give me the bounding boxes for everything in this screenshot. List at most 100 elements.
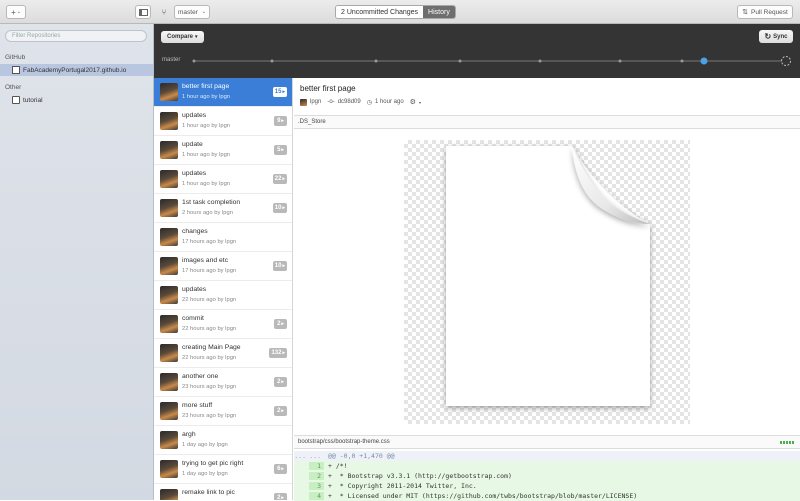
commit-row-meta: 1 hour ago by lpgn <box>182 152 231 158</box>
commit-row[interactable]: another one 23 hours ago by lpgn 2 ▸ <box>154 368 292 397</box>
commit-row-meta: 22 hours ago by lpgn <box>182 297 237 303</box>
commit-row-meta: 23 hours ago by lpgn <box>182 384 237 390</box>
tab-history[interactable]: History <box>423 6 455 18</box>
diff-line-text: + * Copyright 2011-2014 Twitter, Inc. <box>328 482 477 490</box>
avatar <box>300 98 307 106</box>
changed-files-count: 10 <box>274 263 282 269</box>
changed-files-badge[interactable]: 2 ▸ <box>274 406 287 416</box>
commit-row-title: updates <box>182 286 207 293</box>
commit-row[interactable]: updates 22 hours ago by lpgn <box>154 281 292 310</box>
commit-row-title: another one <box>182 373 219 380</box>
commit-row[interactable]: updates 1 hour ago by lpgn 22 ▸ <box>154 165 292 194</box>
commit-row-title: images and etc <box>182 257 229 264</box>
changed-files-badge[interactable]: 2 ▸ <box>274 377 287 387</box>
file-header-ds-store[interactable]: .DS_Store <box>294 115 800 129</box>
commit-row[interactable]: 1st task completion 2 hours ago by lpgn 10… <box>154 194 292 223</box>
changed-files-count: 2 <box>277 379 281 385</box>
commit-icon: -o- <box>327 99 335 105</box>
commit-meta: lpgn -o- dc98d09 ◷ 1 hour ago ⚙ ▾ <box>300 98 421 106</box>
chevron-right-icon: ▸ <box>282 89 285 95</box>
changed-files-count: 2 <box>277 408 281 414</box>
changed-files-badge[interactable]: 9 ▸ <box>274 116 287 126</box>
file-name: .DS_Store <box>298 119 326 125</box>
diff-view: ... ... @@ -0,0 +1,470 @@ 1 + /*! 2 + * Boo… <box>294 451 800 501</box>
branch-select[interactable]: master ⌄ <box>174 5 210 19</box>
commit-row[interactable]: trying to get pic right 1 day ago by lpgn… <box>154 455 292 484</box>
changed-files-badge[interactable]: 22 ▸ <box>272 174 287 184</box>
title-bar: + ⌄ ⑂ master ⌄ 2 Uncommitted Changes His… <box>0 0 800 24</box>
add-menu-button[interactable]: + ⌄ <box>6 5 26 19</box>
avatar <box>160 170 178 188</box>
gear-icon[interactable]: ⚙ <box>410 98 416 106</box>
diff-line-text: + * Licensed under MIT (https://github.c… <box>328 492 638 500</box>
avatar <box>160 373 178 391</box>
commit-row-title: creating Main Page <box>182 344 241 351</box>
changed-files-badge[interactable]: 5 ▸ <box>274 145 287 155</box>
commit-row-meta: 1 hour ago by lpgn <box>182 181 231 187</box>
commit-row[interactable]: argh 1 day ago by lpgn <box>154 426 292 455</box>
commit-row[interactable]: remake link to pic1 day ago by lpgn2▸ <box>154 484 292 500</box>
chevron-right-icon: ▸ <box>282 205 285 211</box>
changed-files-count: 132 <box>271 350 282 356</box>
chevron-right-icon: ▸ <box>281 495 284 500</box>
document-icon <box>446 146 650 406</box>
changed-files-badge[interactable]: 15 ▸ <box>272 87 287 97</box>
chevron-right-icon: ▸ <box>281 408 284 414</box>
commit-row[interactable]: creating Main Page 22 hours ago by lpgn 13… <box>154 339 292 368</box>
avatar <box>160 315 178 333</box>
commit-row-title: remake link to pic <box>182 489 235 496</box>
changed-files-badge[interactable]: 6 ▸ <box>274 464 287 474</box>
avatar <box>160 344 178 362</box>
changed-files-badge[interactable]: 2 ▸ <box>274 493 287 500</box>
commit-row[interactable]: commit 22 hours ago by lpgn 2 ▸ <box>154 310 292 339</box>
tab-uncommitted-changes[interactable]: 2 Uncommitted Changes <box>336 6 424 18</box>
commit-row[interactable]: images and etc 17 hours ago by lpgn 10 ▸ <box>154 252 292 281</box>
line-number-new: 1 <box>309 462 324 470</box>
file-header-bootstrap-theme[interactable]: bootstrap/css/bootstrap-theme.css <box>294 435 800 449</box>
commit-row[interactable]: changes 17 hours ago by lpgn <box>154 223 292 252</box>
pull-request-label: Pull Request <box>751 8 788 16</box>
commit-row[interactable]: updates 1 hour ago by lpgn 9 ▸ <box>154 107 292 136</box>
changed-files-badge[interactable]: 10 ▸ <box>272 261 287 271</box>
diff-line-added[interactable]: 2 + * Bootstrap v3.3.1 (http://getbootstr… <box>294 471 800 481</box>
chevron-right-icon: ▸ <box>282 176 285 182</box>
branch-name: master <box>178 8 198 16</box>
changed-files-count: 22 <box>274 176 282 182</box>
filter-repositories-input[interactable]: Filter Repositories <box>5 30 147 42</box>
chevron-down-icon: ⌄ <box>201 9 206 15</box>
repo-name: tutorial <box>23 96 43 104</box>
commit-row-meta: 1 hour ago by lpgn <box>182 94 231 100</box>
changed-files-badge[interactable]: 132 ▸ <box>269 348 287 358</box>
clock-icon: ◷ <box>366 99 372 106</box>
changed-files-badge[interactable]: 2 ▸ <box>274 319 287 329</box>
diff-line-added[interactable]: 3 + * Copyright 2011-2014 Twitter, Inc. <box>294 481 800 491</box>
line-number-new: 4 <box>309 492 324 500</box>
commit-row-meta: 1 hour ago by lpgn <box>182 123 231 129</box>
line-number-new: 3 <box>309 482 324 490</box>
plus-icon: + <box>11 7 16 17</box>
repo-item-fabacademy[interactable]: FabAcademyPortugal2017.github.io <box>0 64 153 76</box>
diff-hunk-header: ... ... @@ -0,0 +1,470 @@ <box>294 451 800 461</box>
changed-files-count: 2 <box>277 495 281 500</box>
sidebar-icon <box>138 8 148 16</box>
commit-time: 1 hour ago <box>374 99 404 105</box>
commit-row-meta: 17 hours ago by lpgn <box>182 239 237 245</box>
avatar <box>160 286 178 304</box>
chevron-right-icon: ▸ <box>282 263 285 269</box>
commit-timeline[interactable] <box>154 24 800 78</box>
computer-icon <box>12 96 20 104</box>
commit-sha[interactable]: dc98d09 <box>338 99 361 105</box>
repo-item-tutorial[interactable]: tutorial <box>0 94 153 106</box>
changed-files-badge[interactable]: 10 ▸ <box>272 203 287 213</box>
diff-line-text: + * Bootstrap v3.3.1 (http://getbootstra… <box>328 472 512 480</box>
commit-row[interactable]: update 1 hour ago by lpgn 5 ▸ <box>154 136 292 165</box>
other-section-header: Other <box>5 84 22 91</box>
commit-row[interactable]: better first page 1 hour ago by lpgn 15 ▸ <box>154 78 292 107</box>
toggle-sidebar-button[interactable] <box>135 5 151 19</box>
chevron-right-icon: ▸ <box>281 118 284 124</box>
pull-request-button[interactable]: ⇅ Pull Request <box>737 5 793 19</box>
diff-line-added[interactable]: 1 + /*! <box>294 461 800 471</box>
commit-row[interactable]: more stuff 23 hours ago by lpgn 2 ▸ <box>154 397 292 426</box>
commit-row-meta: 23 hours ago by lpgn <box>182 413 237 419</box>
hunk-text: @@ -0,0 +1,470 @@ <box>328 452 395 460</box>
